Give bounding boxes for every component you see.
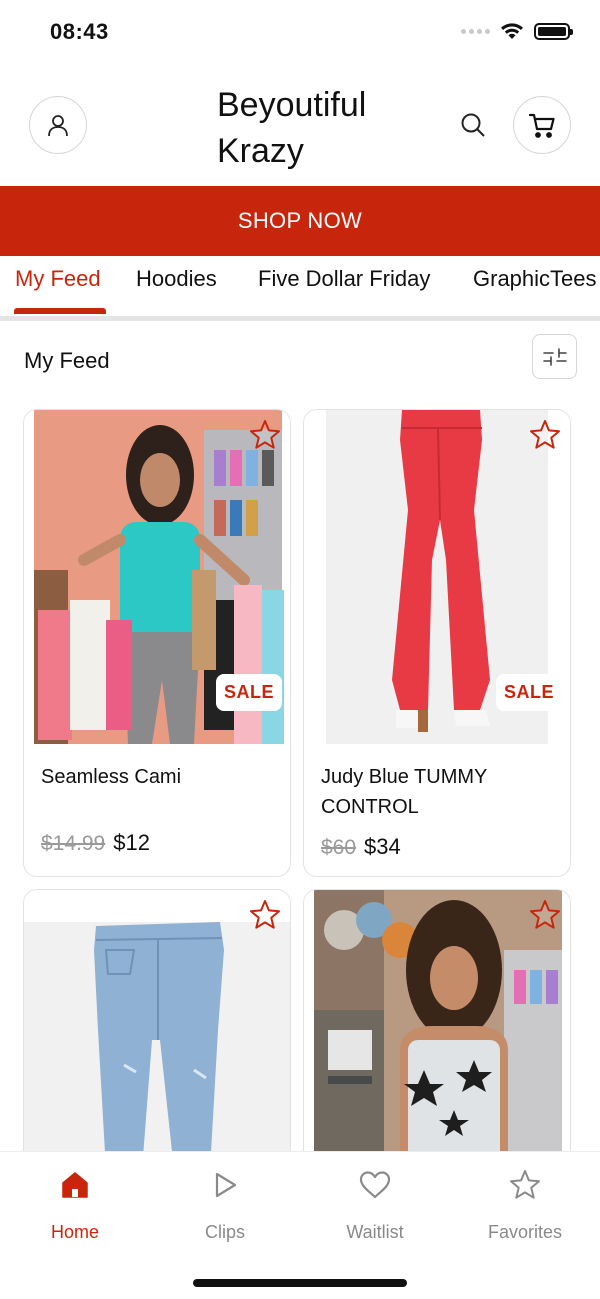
- active-tab-indicator: [14, 308, 106, 314]
- search-icon: [461, 113, 485, 137]
- tab-my-feed[interactable]: My Feed: [15, 266, 101, 292]
- product-image: SALE: [304, 410, 570, 744]
- heart-icon: [359, 1171, 391, 1199]
- favorite-star-icon[interactable]: [528, 898, 562, 932]
- nav-clips[interactable]: Clips: [165, 1168, 285, 1243]
- app-header: Beyoutiful Krazy: [0, 64, 600, 186]
- account-button[interactable]: [29, 96, 87, 154]
- product-name: Seamless Cami: [41, 766, 182, 788]
- favorite-star-icon[interactable]: [248, 418, 282, 452]
- cart-button[interactable]: [513, 96, 571, 154]
- sale-price: $34: [364, 834, 401, 859]
- bottom-nav: Home Clips Waitlist Favorites: [0, 1151, 600, 1299]
- nav-home[interactable]: Home: [15, 1168, 135, 1243]
- app-title: Beyoutiful Krazy: [217, 86, 367, 170]
- cart-icon: [528, 113, 555, 138]
- home-icon: [62, 1172, 88, 1198]
- tab-five-dollar-friday[interactable]: Five Dollar Friday: [258, 266, 430, 292]
- sale-price: $12: [113, 830, 150, 855]
- nav-label: Favorites: [487, 1222, 563, 1242]
- product-image: [304, 890, 570, 1168]
- sliders-icon: [542, 347, 567, 366]
- filter-button[interactable]: [532, 334, 577, 379]
- home-indicator: [193, 1279, 407, 1287]
- user-icon: [48, 115, 68, 137]
- sale-badge: SALE: [495, 674, 562, 711]
- nav-favorites[interactable]: Favorites: [465, 1168, 585, 1243]
- search-button[interactable]: [456, 108, 490, 142]
- battery-icon: [534, 22, 573, 40]
- star-icon: [510, 1170, 540, 1199]
- status-time: 08:43: [50, 19, 109, 44]
- price-row: $14.99 $12: [41, 830, 150, 856]
- favorite-star-icon[interactable]: [248, 898, 282, 932]
- tab-graphic-tees[interactable]: GraphicTees: [473, 266, 597, 292]
- product-image: [24, 890, 290, 1168]
- wifi-icon: [501, 23, 523, 39]
- tabs-divider: [0, 316, 600, 321]
- play-icon: [215, 1172, 237, 1198]
- nav-label: Home: [50, 1222, 99, 1242]
- original-price: $14.99: [41, 832, 106, 855]
- status-bar: 08:43: [0, 0, 600, 64]
- favorite-star-icon[interactable]: [528, 418, 562, 452]
- nav-label: Waitlist: [346, 1222, 404, 1242]
- price-row: $60 $34: [321, 834, 401, 860]
- product-card[interactable]: SALE Judy Blue TUMMY CONTROL $60 $34: [303, 409, 571, 877]
- product-image: SALE: [24, 410, 290, 744]
- product-card[interactable]: [23, 889, 291, 1169]
- product-card[interactable]: SALE Seamless Cami $14.99 $12: [23, 409, 291, 877]
- product-name: Judy Blue TUMMY CONTROL: [321, 766, 487, 818]
- sale-badge: SALE: [215, 674, 282, 711]
- nav-label: Clips: [204, 1222, 245, 1242]
- shop-now-banner[interactable]: SHOP NOW: [0, 186, 600, 256]
- status-icons: [461, 22, 573, 40]
- tab-hoodies[interactable]: Hoodies: [136, 266, 217, 292]
- product-card[interactable]: [303, 889, 571, 1169]
- section-title: My Feed: [24, 348, 110, 373]
- nav-waitlist[interactable]: Waitlist: [315, 1168, 435, 1243]
- category-tabs: My Feed Hoodies Five Dollar Friday Graph…: [0, 256, 600, 318]
- signal-icon: [461, 28, 490, 34]
- original-price: $60: [321, 836, 357, 859]
